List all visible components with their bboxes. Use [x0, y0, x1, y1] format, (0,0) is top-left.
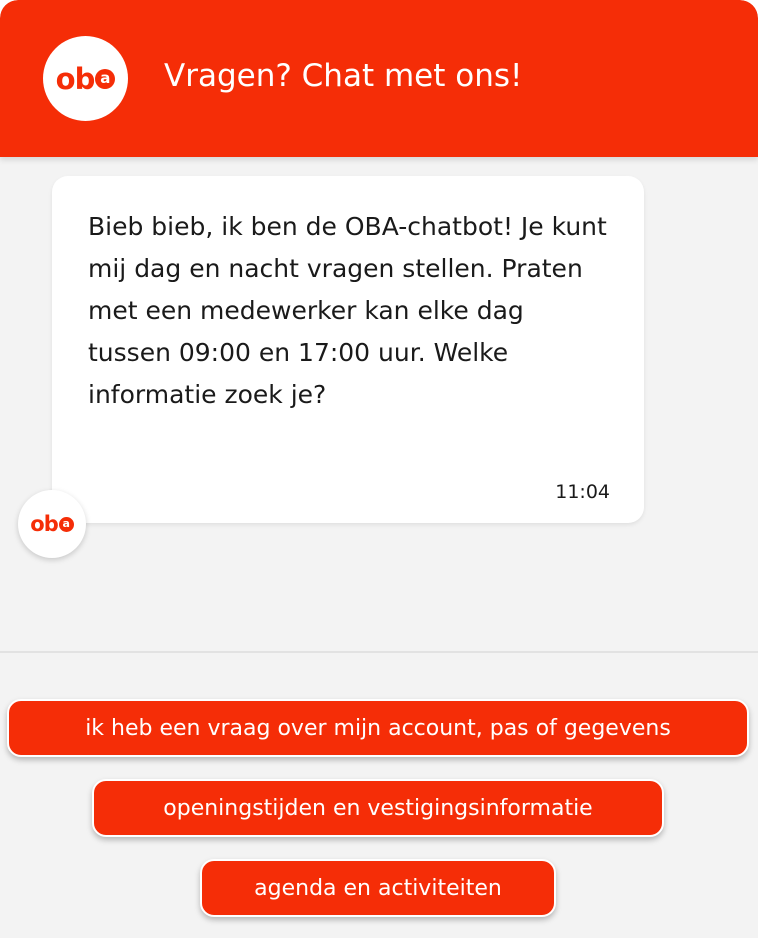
avatar-logo-mark: a — [58, 516, 74, 532]
logo-text: ob — [55, 61, 96, 96]
chat-widget: ob a Vragen? Chat met ons! Bieb bieb, ik … — [0, 0, 758, 938]
quick-reply-opening-hours-button[interactable]: openingstijden en vestigingsinformatie — [92, 779, 664, 837]
bot-message-bubble: Bieb bieb, ik ben de OBA-chatbot! Je kun… — [52, 176, 644, 523]
quick-reply-agenda-button[interactable]: agenda en activiteiten — [200, 859, 556, 917]
oba-logo: ob a — [43, 36, 128, 121]
message-timestamp: 11:04 — [555, 481, 610, 503]
avatar-logo-text: ob — [30, 512, 58, 536]
message-text: Bieb bieb, ik ben de OBA-chatbot! Je kun… — [88, 212, 607, 409]
logo-mark: a — [95, 68, 116, 89]
header-title: Vragen? Chat met ons! — [164, 58, 523, 94]
quick-reply-account-button[interactable]: ik heb een vraag over mijn account, pas … — [7, 699, 749, 757]
chat-header: ob a Vragen? Chat met ons! — [0, 0, 758, 157]
bot-avatar: ob a — [18, 490, 86, 558]
